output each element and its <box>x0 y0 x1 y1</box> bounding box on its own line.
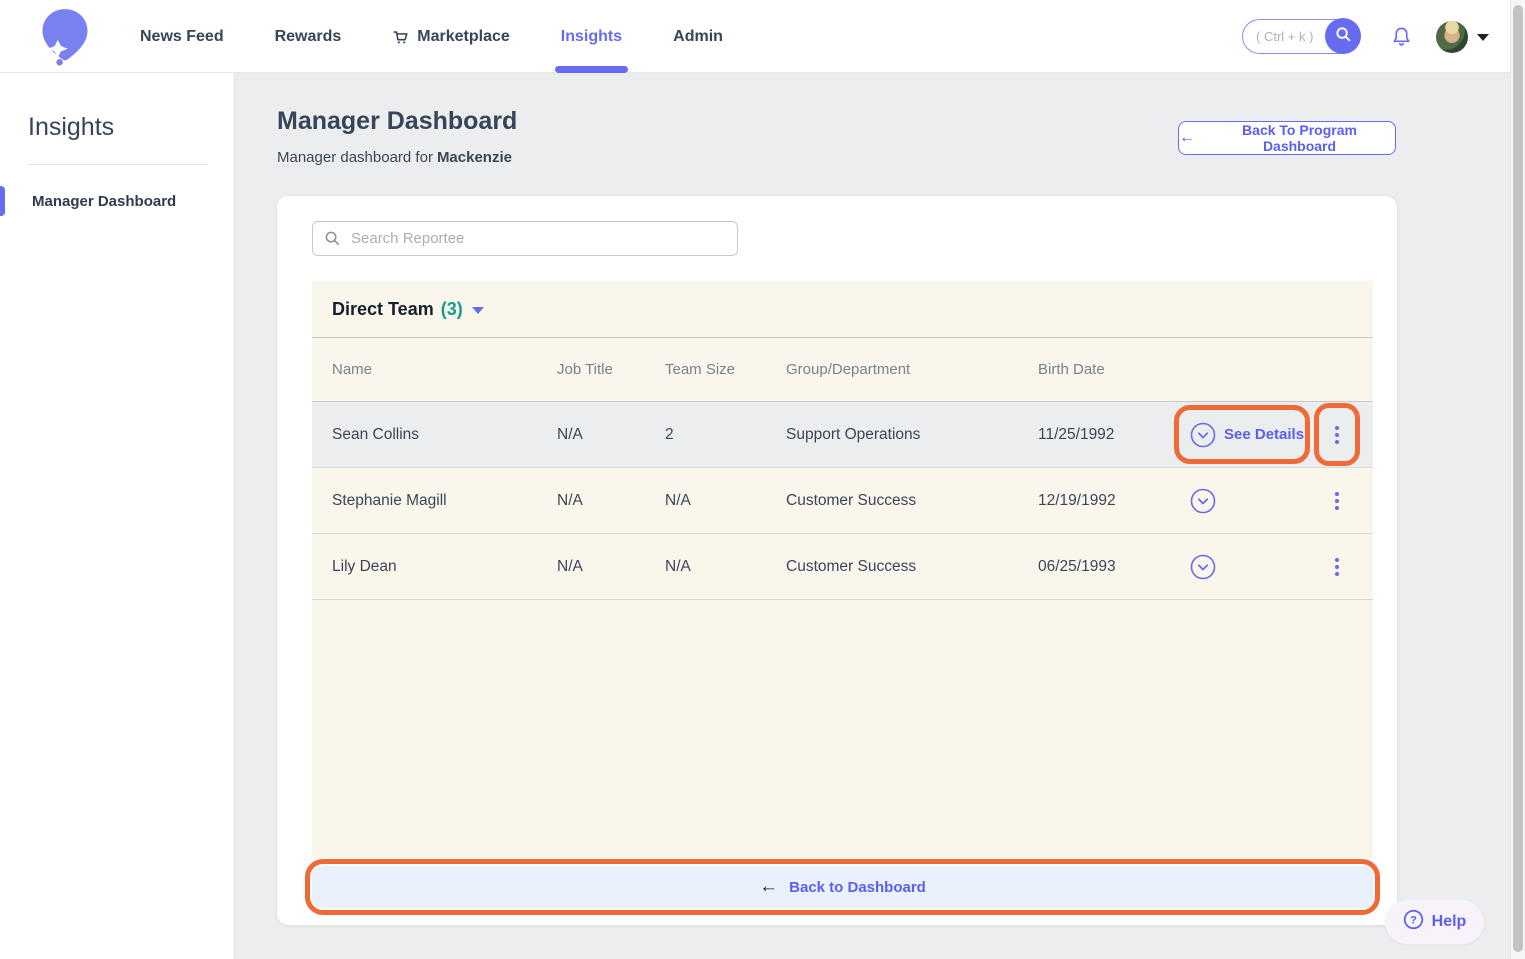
row-menu-kebab-icon[interactable] <box>1331 422 1343 448</box>
primary-nav: News Feed Rewards Marketplace Insights A… <box>140 0 723 73</box>
cell-job-title: N/A <box>557 425 583 443</box>
back-arrow-icon: ← <box>759 876 779 897</box>
help-label: Help <box>1431 913 1467 930</box>
cell-job-title: N/A <box>557 557 583 575</box>
app-screen: News Feed Rewards Marketplace Insights A… <box>0 0 1525 959</box>
reportee-search-input[interactable] <box>351 230 727 247</box>
sidebar-item-manager-dashboard[interactable]: Manager Dashboard <box>0 185 235 217</box>
search-icon <box>325 231 339 245</box>
search-icon <box>1335 26 1352 46</box>
sidebar-divider <box>28 164 208 165</box>
nav-label: Insights <box>560 27 623 45</box>
nav-item-marketplace[interactable]: Marketplace <box>392 0 510 73</box>
main-content: Manager Dashboard Manager dashboard for M… <box>235 73 1525 959</box>
group-count: (3) <box>440 298 463 319</box>
back-to-program-dashboard-button[interactable]: ← Back To Program Dashboard <box>1178 121 1396 155</box>
cell-name: Sean Collins <box>332 425 420 443</box>
search-button[interactable] <box>1325 18 1361 54</box>
group-title: Direct Team <box>332 298 434 319</box>
question-circle-icon: ? <box>1403 909 1424 935</box>
global-search-input[interactable] <box>1256 29 1328 44</box>
expand-chevron-icon[interactable] <box>1190 554 1216 580</box>
cell-group: Customer Success <box>786 557 917 575</box>
cell-name: Stephanie Magill <box>332 491 447 509</box>
column-header-birth-date: Birth Date <box>1038 361 1105 378</box>
expand-chevron-icon[interactable] <box>1190 422 1216 448</box>
cell-birth-date: 06/25/1993 <box>1038 557 1116 575</box>
nav-label: Rewards <box>274 27 342 45</box>
nav-item-rewards[interactable]: Rewards <box>275 0 342 73</box>
row-actions: See Details <box>1190 422 1373 448</box>
cell-team-size: N/A <box>665 491 691 509</box>
see-details-button[interactable]: See Details <box>1224 426 1304 443</box>
cell-name: Lily Dean <box>332 557 397 575</box>
column-header-group-department: Group/Department <box>786 361 911 378</box>
cell-group: Support Operations <box>786 425 921 443</box>
cart-icon <box>392 28 410 46</box>
direct-team-section: Direct Team (3) Name Job Title Team Size… <box>312 281 1373 858</box>
column-header-team-size: Team Size <box>665 361 736 378</box>
subtitle-text: Manager dashboard for <box>277 149 433 166</box>
table-row[interactable]: Lily Dean N/A N/A Customer Success 06/25… <box>312 534 1373 600</box>
column-header-name: Name <box>332 361 373 378</box>
cell-team-size: 2 <box>665 425 674 443</box>
subtitle-manager-name: Mackenzie <box>436 149 512 166</box>
expand-chevron-icon[interactable] <box>1190 488 1216 514</box>
nav-label: Admin <box>673 27 723 45</box>
back-arrow-icon: ← <box>1179 129 1195 146</box>
sidebar: Insights Manager Dashboard <box>0 73 235 959</box>
top-navigation-bar: News Feed Rewards Marketplace Insights A… <box>0 0 1525 73</box>
manager-dashboard-card: Direct Team (3) Name Job Title Team Size… <box>277 196 1397 925</box>
button-label: Back to Dashboard <box>789 878 926 896</box>
scrollbar-thumb[interactable] <box>1513 5 1523 952</box>
user-avatar[interactable] <box>1436 21 1468 53</box>
avatar-caret-down-icon[interactable] <box>1477 34 1489 41</box>
reportee-search <box>312 221 738 256</box>
row-menu-kebab-icon[interactable] <box>1331 554 1343 580</box>
active-indicator-bar <box>0 186 5 216</box>
button-label: Back To Program Dashboard <box>1242 122 1357 154</box>
cell-birth-date: 12/19/1992 <box>1038 491 1116 509</box>
caret-down-icon <box>471 307 484 314</box>
cell-job-title: N/A <box>557 491 583 509</box>
balloon-logo-icon[interactable] <box>38 7 92 67</box>
help-button[interactable]: ? Help <box>1385 900 1484 944</box>
sidebar-item-label: Manager Dashboard <box>32 192 177 210</box>
table-row[interactable]: Sean Collins N/A 2 Support Operations 11… <box>312 402 1373 468</box>
global-search <box>1242 18 1361 54</box>
cell-group: Customer Success <box>786 491 917 509</box>
nav-label: Marketplace <box>417 27 510 45</box>
nav-item-insights[interactable]: Insights <box>554 0 629 73</box>
table-header-row: Name Job Title Team Size Group/Departmen… <box>312 338 1373 402</box>
row-menu-kebab-icon[interactable] <box>1331 488 1343 514</box>
nav-item-news-feed[interactable]: News Feed <box>140 0 224 73</box>
page-scrollbar[interactable] <box>1510 0 1525 959</box>
cell-team-size: N/A <box>665 557 691 575</box>
notifications-bell-icon[interactable] <box>1390 25 1413 53</box>
nav-item-admin[interactable]: Admin <box>673 0 723 73</box>
nav-label: News Feed <box>140 27 224 45</box>
column-header-job-title: Job Title <box>557 361 613 378</box>
back-to-dashboard-button[interactable]: ← Back to Dashboard <box>312 866 1373 908</box>
page-subtitle: Manager dashboard for Mackenzie <box>277 149 512 166</box>
svg-text:?: ? <box>1410 914 1417 926</box>
cell-birth-date: 11/25/1992 <box>1038 425 1115 443</box>
direct-team-header[interactable]: Direct Team (3) <box>312 281 1373 338</box>
sidebar-title: Insights <box>28 113 115 141</box>
page-title: Manager Dashboard <box>277 107 518 135</box>
table-row[interactable]: Stephanie Magill N/A N/A Customer Succes… <box>312 468 1373 534</box>
